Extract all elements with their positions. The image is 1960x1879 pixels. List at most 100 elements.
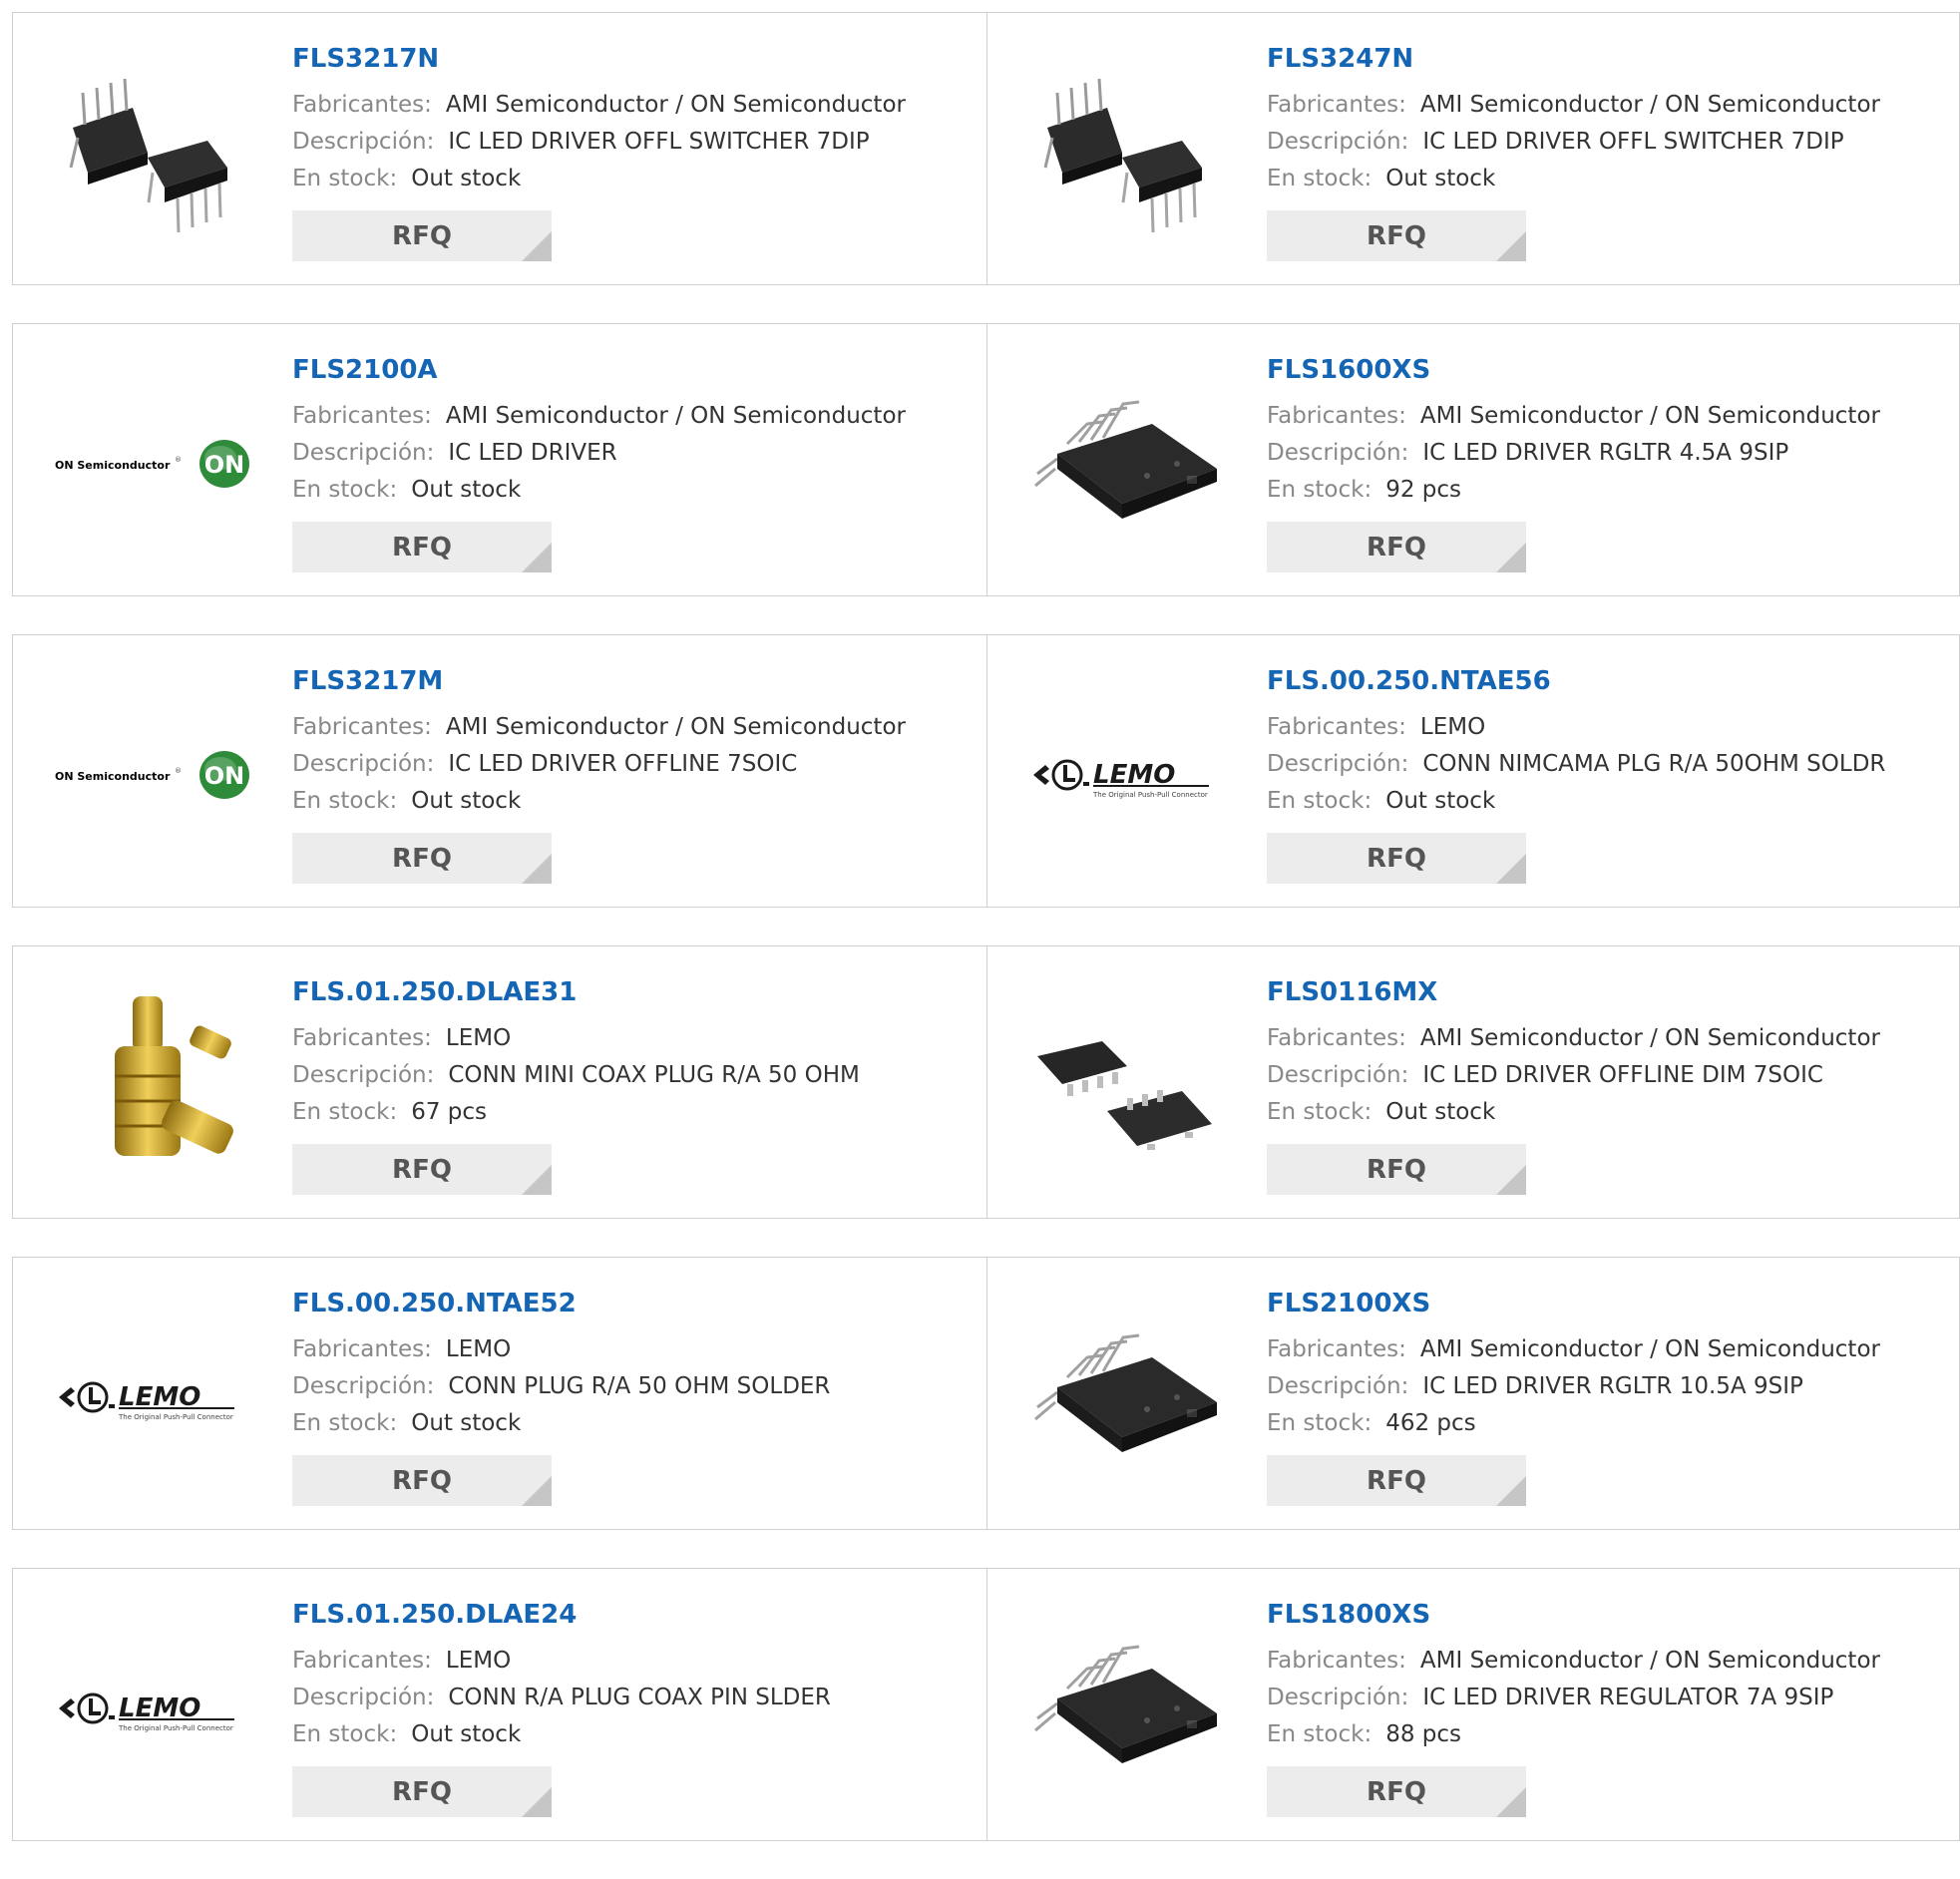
rfq-button[interactable]: RFQ xyxy=(292,1455,552,1506)
corner-triangle-icon xyxy=(1496,1476,1526,1506)
manufacturer-line: Fabricantes: AMI Semiconductor / ON Semic… xyxy=(1267,1020,1949,1057)
product-info: FLS2100A Fabricantes: AMI Semiconductor /… xyxy=(292,354,977,572)
description-label: Descripción: xyxy=(1267,1373,1409,1399)
dip-package-icon[interactable] xyxy=(53,53,252,252)
stock-label: En stock: xyxy=(292,1721,398,1747)
manufacturer-value: LEMO xyxy=(445,1336,512,1362)
manufacturer-value: AMI Semiconductor / ON Semiconductor xyxy=(445,714,906,740)
rfq-label: RFQ xyxy=(1367,1154,1426,1185)
manufacturer-value: AMI Semiconductor / ON Semiconductor xyxy=(445,403,906,429)
rfq-button[interactable]: RFQ xyxy=(292,833,552,884)
manufacturer-label: Fabricantes: xyxy=(1267,403,1406,429)
svg-text:ON: ON xyxy=(204,451,245,479)
on-semiconductor-logo[interactable]: ON Semiconductor ® ON xyxy=(53,675,252,875)
description-value: CONN R/A PLUG COAX PIN SLDER xyxy=(448,1685,831,1710)
stock-value: Out stock xyxy=(411,477,522,503)
rfq-button[interactable]: RFQ xyxy=(1267,522,1526,572)
description-line: Descripción: CONN R/A PLUG COAX PIN SLDER xyxy=(292,1680,977,1716)
description-label: Descripción: xyxy=(292,1373,435,1399)
svg-text:®: ® xyxy=(175,767,182,775)
stock-label: En stock: xyxy=(292,788,398,814)
stock-value: 462 pcs xyxy=(1385,1410,1476,1436)
manufacturer-label: Fabricantes: xyxy=(1267,1025,1406,1051)
description-value: IC LED DRIVER RGLTR 4.5A 9SIP xyxy=(1422,440,1789,466)
stock-label: En stock: xyxy=(1267,477,1372,503)
corner-triangle-icon xyxy=(522,231,552,261)
rfq-button[interactable]: RFQ xyxy=(292,1144,552,1195)
lemo-logo[interactable]: LEMO The Original Push-Pull Connector xyxy=(53,1298,252,1497)
part-number-link[interactable]: FLS1800XS xyxy=(1267,1599,1949,1631)
product-card: ON Semiconductor ® ON FLS3217M Fabricant… xyxy=(12,634,987,908)
part-number-link[interactable]: FLS.00.250.NTAE52 xyxy=(292,1288,977,1319)
rfq-label: RFQ xyxy=(1367,843,1426,874)
manufacturer-value: LEMO xyxy=(445,1025,512,1051)
stock-value: 88 pcs xyxy=(1385,1721,1462,1747)
sip-package-icon[interactable] xyxy=(1027,364,1227,564)
description-value: IC LED DRIVER OFFL SWITCHER 7DIP xyxy=(1422,129,1844,155)
description-line: Descripción: CONN NIMCAMA PLG R/A 50OHM S… xyxy=(1267,746,1949,783)
product-info: FLS.00.250.NTAE56 Fabricantes: LEMO Descr… xyxy=(1267,665,1949,884)
rfq-button[interactable]: RFQ xyxy=(1267,1144,1526,1195)
manufacturer-line: Fabricantes: LEMO xyxy=(292,1643,977,1680)
rfq-button[interactable]: RFQ xyxy=(292,1766,552,1817)
rfq-button[interactable]: RFQ xyxy=(292,210,552,261)
sip-package-icon[interactable] xyxy=(1027,1609,1227,1808)
rfq-button[interactable]: RFQ xyxy=(1267,1766,1526,1817)
on-semiconductor-logo[interactable]: ON Semiconductor ® ON xyxy=(53,364,252,564)
part-number-link[interactable]: FLS3217N xyxy=(292,43,977,75)
rfq-label: RFQ xyxy=(1367,220,1426,251)
sip-package-icon[interactable] xyxy=(1027,1298,1227,1497)
part-number-link[interactable]: FLS1600XS xyxy=(1267,354,1949,386)
stock-value: Out stock xyxy=(411,1721,522,1747)
stock-value: Out stock xyxy=(1385,788,1496,814)
manufacturer-line: Fabricantes: LEMO xyxy=(292,1020,977,1057)
rfq-button[interactable]: RFQ xyxy=(1267,1455,1526,1506)
manufacturer-line: Fabricantes: AMI Semiconductor / ON Semic… xyxy=(292,398,977,435)
part-number-link[interactable]: FLS.01.250.DLAE31 xyxy=(292,976,977,1008)
product-info: FLS.01.250.DLAE31 Fabricantes: LEMO Descr… xyxy=(292,976,977,1195)
manufacturer-label: Fabricantes: xyxy=(1267,92,1406,118)
manufacturer-label: Fabricantes: xyxy=(292,403,432,429)
dip-package-icon[interactable] xyxy=(1027,53,1227,252)
part-number-link[interactable]: FLS3247N xyxy=(1267,43,1949,75)
rfq-label: RFQ xyxy=(392,1465,452,1496)
logo-text: ON Semiconductor xyxy=(55,770,171,783)
product-info: FLS1600XS Fabricantes: AMI Semiconductor … xyxy=(1267,354,1949,572)
rfq-button[interactable]: RFQ xyxy=(292,522,552,572)
description-label: Descripción: xyxy=(292,440,435,466)
lemo-logo[interactable]: LEMO The Original Push-Pull Connector xyxy=(1027,675,1227,875)
description-label: Descripción: xyxy=(1267,751,1409,777)
manufacturer-value: LEMO xyxy=(1419,714,1486,740)
rfq-button[interactable]: RFQ xyxy=(1267,833,1526,884)
product-card: LEMO The Original Push-Pull Connector FL… xyxy=(987,634,1960,908)
description-label: Descripción: xyxy=(292,1062,435,1088)
product-card: LEMO The Original Push-Pull Connector FL… xyxy=(12,1257,987,1530)
stock-label: En stock: xyxy=(292,1410,398,1436)
manufacturer-line: Fabricantes: AMI Semiconductor / ON Semic… xyxy=(1267,1331,1949,1368)
part-number-link[interactable]: FLS2100XS xyxy=(1267,1288,1949,1319)
product-info: FLS.01.250.DLAE24 Fabricantes: LEMO Descr… xyxy=(292,1599,977,1817)
part-number-link[interactable]: FLS.00.250.NTAE56 xyxy=(1267,665,1949,697)
stock-value: Out stock xyxy=(411,166,522,191)
rfq-label: RFQ xyxy=(1367,532,1426,563)
rfq-label: RFQ xyxy=(392,843,452,874)
description-value: CONN MINI COAX PLUG R/A 50 OHM xyxy=(448,1062,860,1088)
part-number-link[interactable]: FLS3217M xyxy=(292,665,977,697)
description-line: Descripción: IC LED DRIVER REGULATOR 7A 9… xyxy=(1267,1680,1949,1716)
manufacturer-label: Fabricantes: xyxy=(292,1025,432,1051)
stock-line: En stock: Out stock xyxy=(292,1405,977,1442)
rfq-button[interactable]: RFQ xyxy=(1267,210,1526,261)
part-number-link[interactable]: FLS.01.250.DLAE24 xyxy=(292,1599,977,1631)
manufacturer-label: Fabricantes: xyxy=(1267,1336,1406,1362)
soic-package-icon[interactable] xyxy=(1027,986,1227,1186)
stock-line: En stock: 67 pcs xyxy=(292,1094,977,1131)
part-number-link[interactable]: FLS2100A xyxy=(292,354,977,386)
product-card: FLS1800XS Fabricantes: AMI Semiconductor … xyxy=(987,1568,1960,1841)
lemo-logo[interactable]: LEMO The Original Push-Pull Connector xyxy=(53,1609,252,1808)
product-info: FLS3247N Fabricantes: AMI Semiconductor /… xyxy=(1267,43,1949,261)
manufacturer-label: Fabricantes: xyxy=(1267,1648,1406,1674)
svg-text:The Original Push-Pull Connect: The Original Push-Pull Connector xyxy=(1092,791,1208,799)
stock-value: Out stock xyxy=(1385,166,1496,191)
coax-connector-icon[interactable] xyxy=(53,986,252,1186)
part-number-link[interactable]: FLS0116MX xyxy=(1267,976,1949,1008)
